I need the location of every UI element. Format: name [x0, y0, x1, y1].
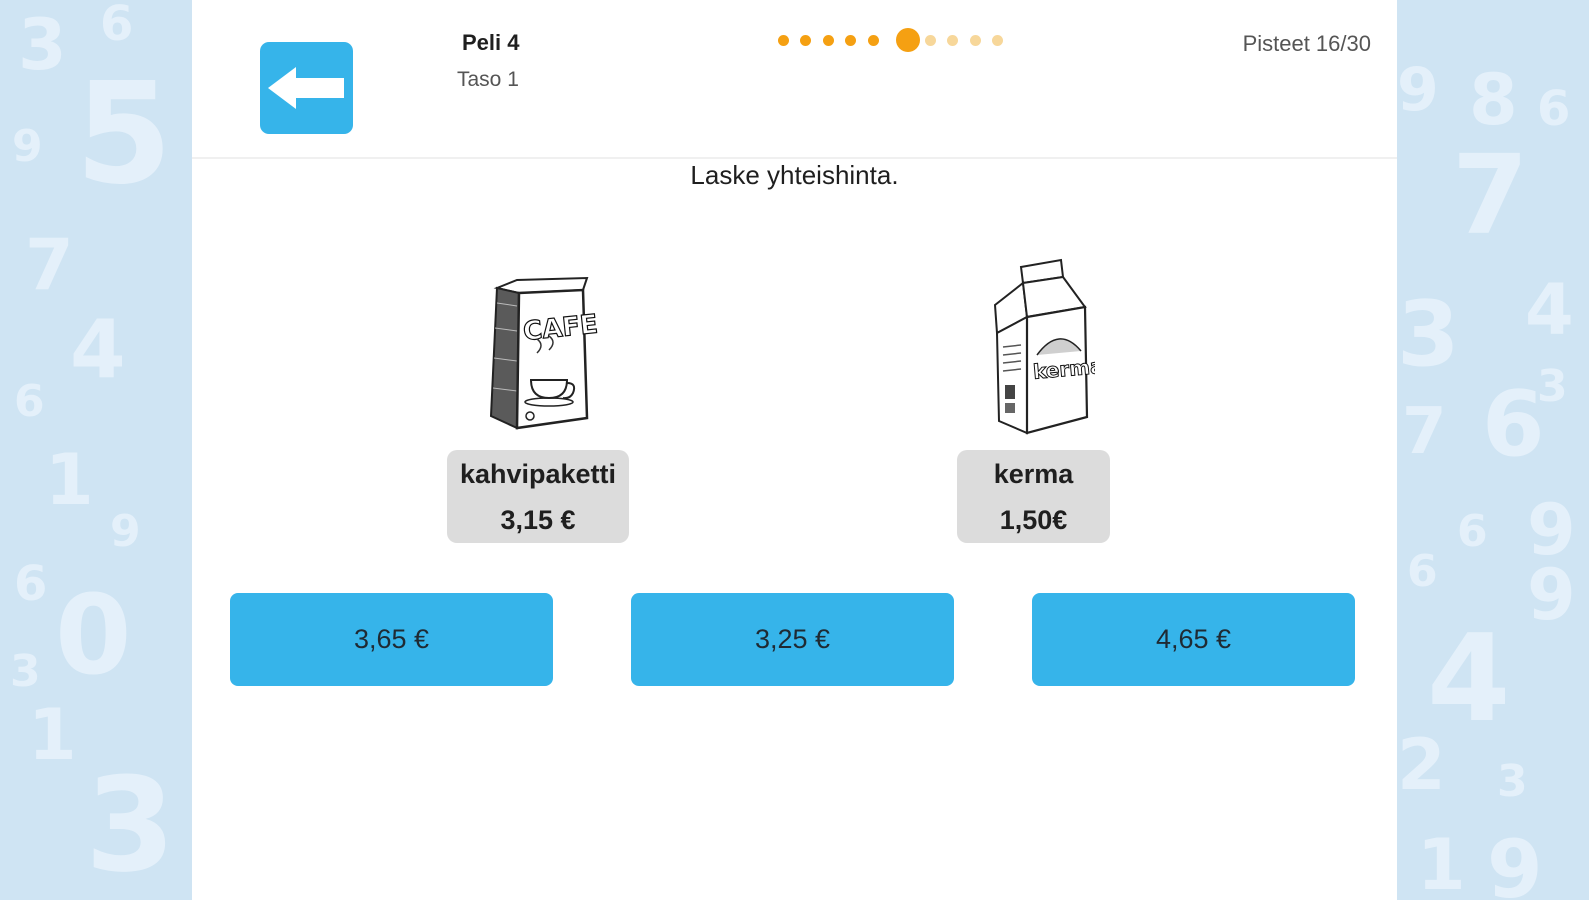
bg-digit: 6: [1457, 506, 1488, 557]
product-card-cream: kerma kerma 1,50€: [957, 255, 1112, 550]
bg-digit: 4: [1427, 610, 1511, 749]
bg-digit: 4: [70, 303, 126, 396]
game-title: Peli 4: [462, 30, 520, 55]
background-right: 8 6 9 7 4 3 3 6 7 9 6 6 9 4 2 3 1 9: [1397, 0, 1589, 900]
bg-digit: 1: [28, 694, 77, 776]
bg-digit: 4: [1525, 269, 1574, 351]
bg-digit: 9: [110, 506, 141, 557]
bg-digit: 1: [1417, 824, 1466, 900]
bg-digit: 3: [85, 749, 176, 900]
product-price: 3,15 €: [500, 505, 576, 535]
bg-digit: 9: [12, 121, 43, 172]
bg-digit: 1: [45, 439, 94, 521]
product-label: kahvipaketti 3,15 €: [447, 450, 629, 543]
bg-digit: 6: [1482, 372, 1545, 477]
answer-button[interactable]: 3,65 €: [230, 593, 553, 686]
product-card-coffee: CAFE kahvipaketti 3,15 €: [447, 260, 633, 550]
bg-digit: 3: [18, 4, 67, 86]
progress-indicator: [777, 26, 1018, 56]
product-name: kerma: [993, 459, 1074, 489]
score-display: Pisteet 16/30: [1242, 31, 1371, 56]
bg-digit: 9: [1527, 554, 1576, 636]
svg-text:CAFE: CAFE: [522, 310, 599, 348]
product-name: kahvipaketti: [459, 459, 617, 489]
bg-digit: 2: [1397, 724, 1446, 806]
progress-dot-done: [777, 34, 789, 46]
answer-button[interactable]: 4,65 €: [1032, 593, 1355, 686]
task-instruction: Laske yhteishinta.: [690, 160, 899, 190]
bg-digit: 9: [1487, 823, 1543, 900]
bg-digit: 3: [1497, 756, 1528, 807]
bg-digit: 7: [1452, 131, 1529, 259]
back-button[interactable]: [260, 42, 353, 134]
product-price: 1,50€: [999, 505, 1068, 535]
bg-digit: 7: [1402, 395, 1447, 469]
cream-carton-icon: kerma: [993, 258, 1095, 435]
svg-text:kerma: kerma: [1032, 354, 1095, 384]
progress-dot-pending: [947, 34, 958, 46]
progress-dot-done: [822, 34, 834, 46]
bg-digit: 0: [55, 571, 132, 699]
coffee-package-icon: CAFE: [489, 276, 600, 430]
game-header: Peli 4 Taso 1 Pisteet 16/30: [192, 0, 1397, 159]
bg-digit: 6: [14, 556, 48, 612]
game-level: Taso 1: [457, 68, 519, 91]
progress-dot-pending: [969, 34, 981, 46]
progress-dot-current: [895, 28, 920, 52]
bg-digit: 6: [14, 376, 45, 427]
background-left: 3 6 5 9 7 4 6 1 9 6 0 3 1 3: [0, 0, 192, 900]
progress-dot-done: [800, 34, 811, 46]
bg-digit: 6: [1537, 81, 1571, 137]
bg-digit: 7: [25, 224, 74, 306]
answer-button[interactable]: 3,25 €: [631, 593, 954, 686]
bg-digit: 6: [100, 0, 134, 52]
progress-dot-done: [845, 34, 856, 46]
game-panel: Peli 4 Taso 1 Pisteet 16/30 Laske yhteis…: [192, 0, 1397, 900]
product-label: kerma 1,50€: [957, 450, 1110, 543]
arrow-left-icon: [268, 67, 344, 109]
bg-digit: 8: [1469, 59, 1518, 141]
progress-dot-pending: [924, 34, 936, 46]
bg-digit: 6: [1407, 546, 1438, 597]
progress-dot-done: [867, 34, 879, 46]
bg-digit: 5: [75, 53, 173, 216]
progress-dot-pending: [992, 34, 1003, 46]
bg-digit: 9: [1397, 55, 1439, 125]
bg-digit: 3: [1397, 282, 1460, 387]
bg-digit: 3: [10, 646, 41, 697]
